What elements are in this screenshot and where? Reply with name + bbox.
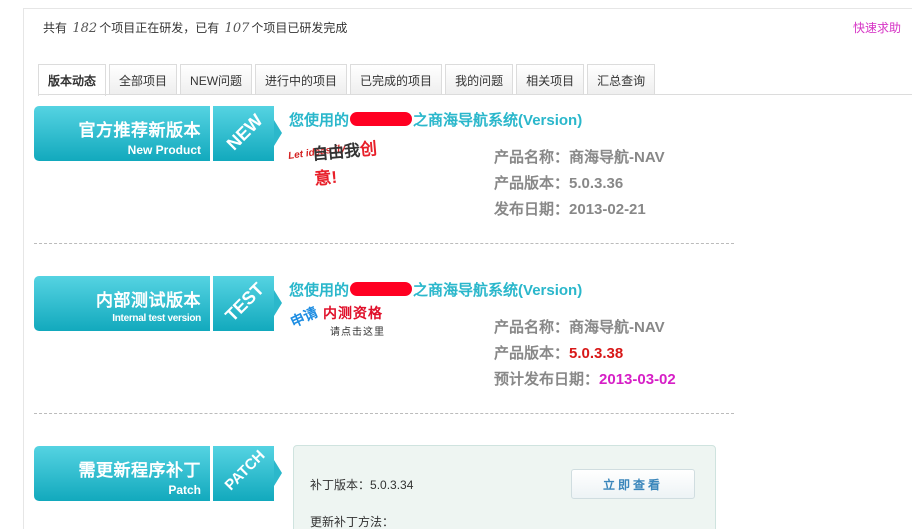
patch-panel: 补丁版本：5.0.3.34 立即查看 更新补丁方法： — [293, 445, 716, 529]
test-tag: TEST — [213, 276, 274, 331]
patch-banner: 需更新程序补丁 Patch PATCH — [34, 446, 282, 501]
internal-product-version: 产品版本：5.0.3.38 — [494, 342, 623, 363]
tab-in-progress[interactable]: 进行中的项目 — [255, 64, 348, 95]
done-label: 个项目已研发完成 — [251, 21, 348, 35]
slogan-logo: Let ideas fly 自由我创意! — [288, 136, 398, 188]
test-tag-label: TEST — [221, 278, 268, 326]
done-count: 107 — [224, 21, 250, 36]
version-value: 5.0.3.36 — [569, 175, 624, 192]
tab-completed[interactable]: 已完成的项目 — [350, 64, 443, 95]
banner-body: 官方推荐新版本 New Product — [34, 106, 210, 161]
banner-title: 内部测试版本 — [96, 291, 201, 310]
banner-title: 需更新程序补丁 — [78, 461, 201, 480]
internal-product-name: 产品名称：商海导航-NAV — [494, 316, 665, 337]
tab-version-news[interactable]: 版本动态 — [38, 64, 107, 96]
date-label: 预计发布日期： — [494, 371, 600, 388]
stats-prefix: 共有 — [43, 21, 68, 35]
section-divider — [34, 413, 734, 414]
apply-label: 申请 — [287, 303, 321, 331]
project-stats-text: 共有 182 个项目正在研发，已有 107 个项目已研发完成 — [43, 19, 347, 36]
official-product-version: 产品版本：5.0.3.36 — [494, 172, 623, 193]
version-label: 产品版本： — [494, 345, 570, 362]
slogan-text: 自由我 — [311, 142, 361, 164]
project-stats-bar: 共有 182 个项目正在研发，已有 107 个项目已研发完成 快速求助 — [43, 19, 903, 39]
arrow-icon — [274, 460, 282, 486]
tab-new-issues[interactable]: NEW问题 — [180, 64, 253, 95]
banner-subtitle: New Product — [127, 143, 201, 157]
official-product-name: 产品名称：商海导航-NAV — [494, 146, 665, 167]
date-value: 2013-02-21 — [569, 201, 646, 218]
official-version-banner: 官方推荐新版本 New Product NEW — [34, 106, 282, 161]
internal-test-banner: 内部测试版本 Internal test version TEST — [34, 276, 282, 331]
redaction-mark — [350, 112, 413, 126]
apply-internal-test-link[interactable]: 申请 内测资格 请点击这里 — [287, 303, 394, 339]
official-product-title: 您使用的 之商海导航系统(Version) — [289, 109, 582, 130]
name-value: 商海导航-NAV — [569, 149, 665, 166]
title-suffix: 之商海导航系统(Version) — [413, 112, 583, 129]
date-label: 发布日期： — [494, 201, 570, 218]
title-suffix: 之商海导航系统(Version) — [413, 282, 583, 299]
title-prefix: 您使用的 — [289, 112, 350, 129]
click-here-label: 请点击这里 — [330, 327, 385, 338]
new-tag: NEW — [213, 106, 274, 161]
view-now-button[interactable]: 立即查看 — [571, 469, 695, 499]
internal-product-title: 您使用的 之商海导航系统(Version) — [289, 279, 582, 300]
name-label: 产品名称： — [494, 319, 570, 336]
official-release-date: 发布日期：2013-02-21 — [494, 198, 646, 219]
qualification-label: 内测资格 — [323, 306, 383, 322]
banner-subtitle: Patch — [168, 483, 201, 497]
quick-help-link[interactable]: 快速求助 — [853, 19, 901, 36]
tab-underline — [38, 94, 912, 95]
internal-planned-release-date: 预计发布日期：2013-03-02 — [494, 368, 676, 389]
redaction-mark — [350, 282, 413, 296]
arrow-icon — [274, 290, 282, 316]
name-value: 商海导航-NAV — [569, 319, 665, 336]
patch-method-label: 更新补丁方法： — [310, 515, 395, 529]
patch-tag: PATCH — [213, 446, 274, 501]
patch-version-value: 5.0.3.34 — [370, 478, 414, 492]
banner-body: 内部测试版本 Internal test version — [34, 276, 210, 331]
version-label: 产品版本： — [494, 175, 570, 192]
tab-my-issues[interactable]: 我的问题 — [445, 64, 514, 95]
version-value: 5.0.3.38 — [569, 345, 624, 362]
patch-version: 补丁版本：5.0.3.34 — [310, 476, 413, 493]
section-divider — [34, 243, 734, 244]
patch-version-label: 补丁版本： — [310, 478, 371, 492]
tab-all-projects[interactable]: 全部项目 — [109, 64, 178, 95]
tab-related-projects[interactable]: 相关项目 — [516, 64, 585, 95]
banner-subtitle: Internal test version — [112, 313, 201, 324]
patch-tag-label: PATCH — [221, 447, 269, 495]
tab-summary-query[interactable]: 汇总查询 — [587, 64, 656, 95]
new-tag-label: NEW — [222, 110, 267, 155]
banner-title: 官方推荐新版本 — [78, 121, 201, 140]
in-dev-count: 182 — [72, 21, 98, 36]
name-label: 产品名称： — [494, 149, 570, 166]
title-prefix: 您使用的 — [289, 282, 350, 299]
arrow-icon — [274, 120, 282, 146]
slogan-main: 自由我创意! — [311, 132, 400, 189]
banner-body: 需更新程序补丁 Patch — [34, 446, 210, 501]
in-dev-label: 个项目正在研发，已有 — [99, 21, 220, 35]
tab-bar: 版本动态 全部项目 NEW问题 进行中的项目 已完成的项目 我的问题 相关项目 … — [38, 64, 656, 96]
date-value: 2013-03-02 — [599, 371, 676, 388]
